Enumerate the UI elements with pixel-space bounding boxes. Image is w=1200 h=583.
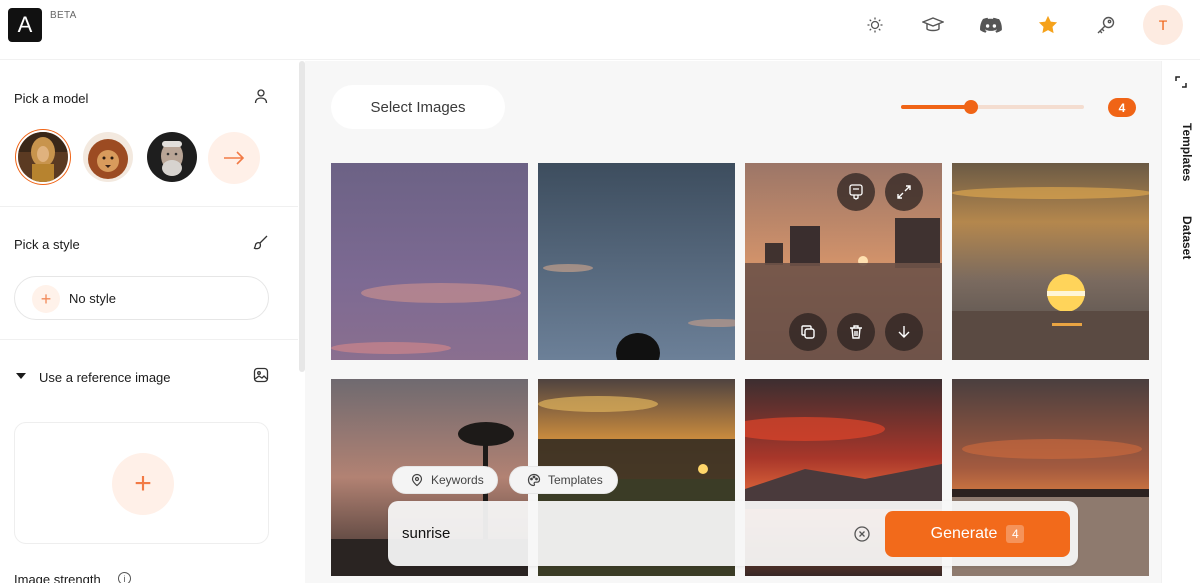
edit-image-button[interactable] — [837, 173, 875, 211]
model-avatar-woman[interactable] — [18, 132, 68, 182]
templates-chip[interactable]: Templates — [509, 466, 618, 494]
image-icon[interactable] — [251, 365, 271, 385]
left-sidebar: Pick a model Pick a style + No style Use… — [0, 61, 298, 583]
brush-icon[interactable] — [251, 232, 271, 252]
user-icon[interactable] — [251, 86, 271, 106]
prompt-bar: sunrise Generate 4 — [388, 501, 1078, 566]
generated-image-3[interactable] — [745, 163, 942, 360]
clear-icon[interactable] — [854, 526, 870, 542]
generated-image-4[interactable] — [952, 163, 1149, 360]
keywords-label: Keywords — [431, 473, 484, 487]
generate-count-badge: 4 — [1006, 525, 1025, 543]
reference-image-title[interactable]: Use a reference image — [39, 370, 171, 385]
no-style-button[interactable]: + No style — [14, 276, 269, 320]
generate-label: Generate — [930, 525, 998, 542]
tab-templates[interactable]: Templates — [1170, 123, 1194, 181]
slider-fill — [901, 105, 971, 109]
discord-icon[interactable] — [976, 10, 1006, 40]
divider — [0, 206, 298, 207]
more-models-button[interactable] — [208, 132, 260, 184]
add-reference-icon[interactable]: + — [112, 453, 174, 515]
select-images-button[interactable]: Select Images — [331, 85, 505, 129]
model-avatar-old-man[interactable] — [147, 132, 197, 182]
keywords-chip[interactable]: Keywords — [392, 466, 498, 494]
generated-image-1[interactable] — [331, 163, 528, 360]
key-icon[interactable] — [1091, 10, 1121, 40]
main-canvas: Select Images 4 Keywords Templates sunri… — [305, 61, 1161, 583]
palette-icon — [526, 472, 542, 488]
no-style-label: No style — [69, 291, 116, 306]
tag-icon — [409, 472, 425, 488]
image-strength-label: Image strength — [14, 572, 101, 583]
user-avatar[interactable]: T — [1143, 5, 1183, 45]
caret-down-icon[interactable] — [16, 373, 26, 379]
templates-label: Templates — [548, 473, 603, 487]
generated-image-2[interactable] — [538, 163, 735, 360]
prompt-input[interactable]: sunrise — [402, 525, 450, 542]
divider — [0, 339, 298, 340]
generate-button[interactable]: Generate 4 — [885, 511, 1070, 557]
image-count-slider[interactable] — [901, 105, 1084, 109]
graduation-cap-icon[interactable] — [918, 10, 948, 40]
sun-icon[interactable] — [860, 10, 890, 40]
tab-dataset[interactable]: Dataset — [1170, 216, 1194, 259]
pick-style-title: Pick a style — [14, 237, 80, 252]
pick-model-title: Pick a model — [14, 91, 89, 106]
expand-icon[interactable] — [1174, 75, 1190, 91]
delete-image-button[interactable] — [837, 313, 875, 351]
slider-handle[interactable] — [964, 100, 978, 114]
app-logo[interactable]: A — [8, 8, 42, 42]
top-bar: A BETA T — [0, 0, 1200, 60]
star-icon[interactable] — [1033, 10, 1063, 40]
beta-badge: BETA — [50, 10, 77, 21]
download-image-button[interactable] — [885, 313, 923, 351]
right-rail: Templates Dataset — [1161, 61, 1200, 583]
reference-upload-area[interactable]: + — [14, 422, 269, 544]
expand-image-button[interactable] — [885, 173, 923, 211]
image-count-badge: 4 — [1108, 98, 1136, 117]
info-icon[interactable]: i — [118, 572, 131, 583]
copy-image-button[interactable] — [789, 313, 827, 351]
model-avatar-lion[interactable] — [83, 132, 133, 182]
plus-icon: + — [32, 285, 60, 313]
